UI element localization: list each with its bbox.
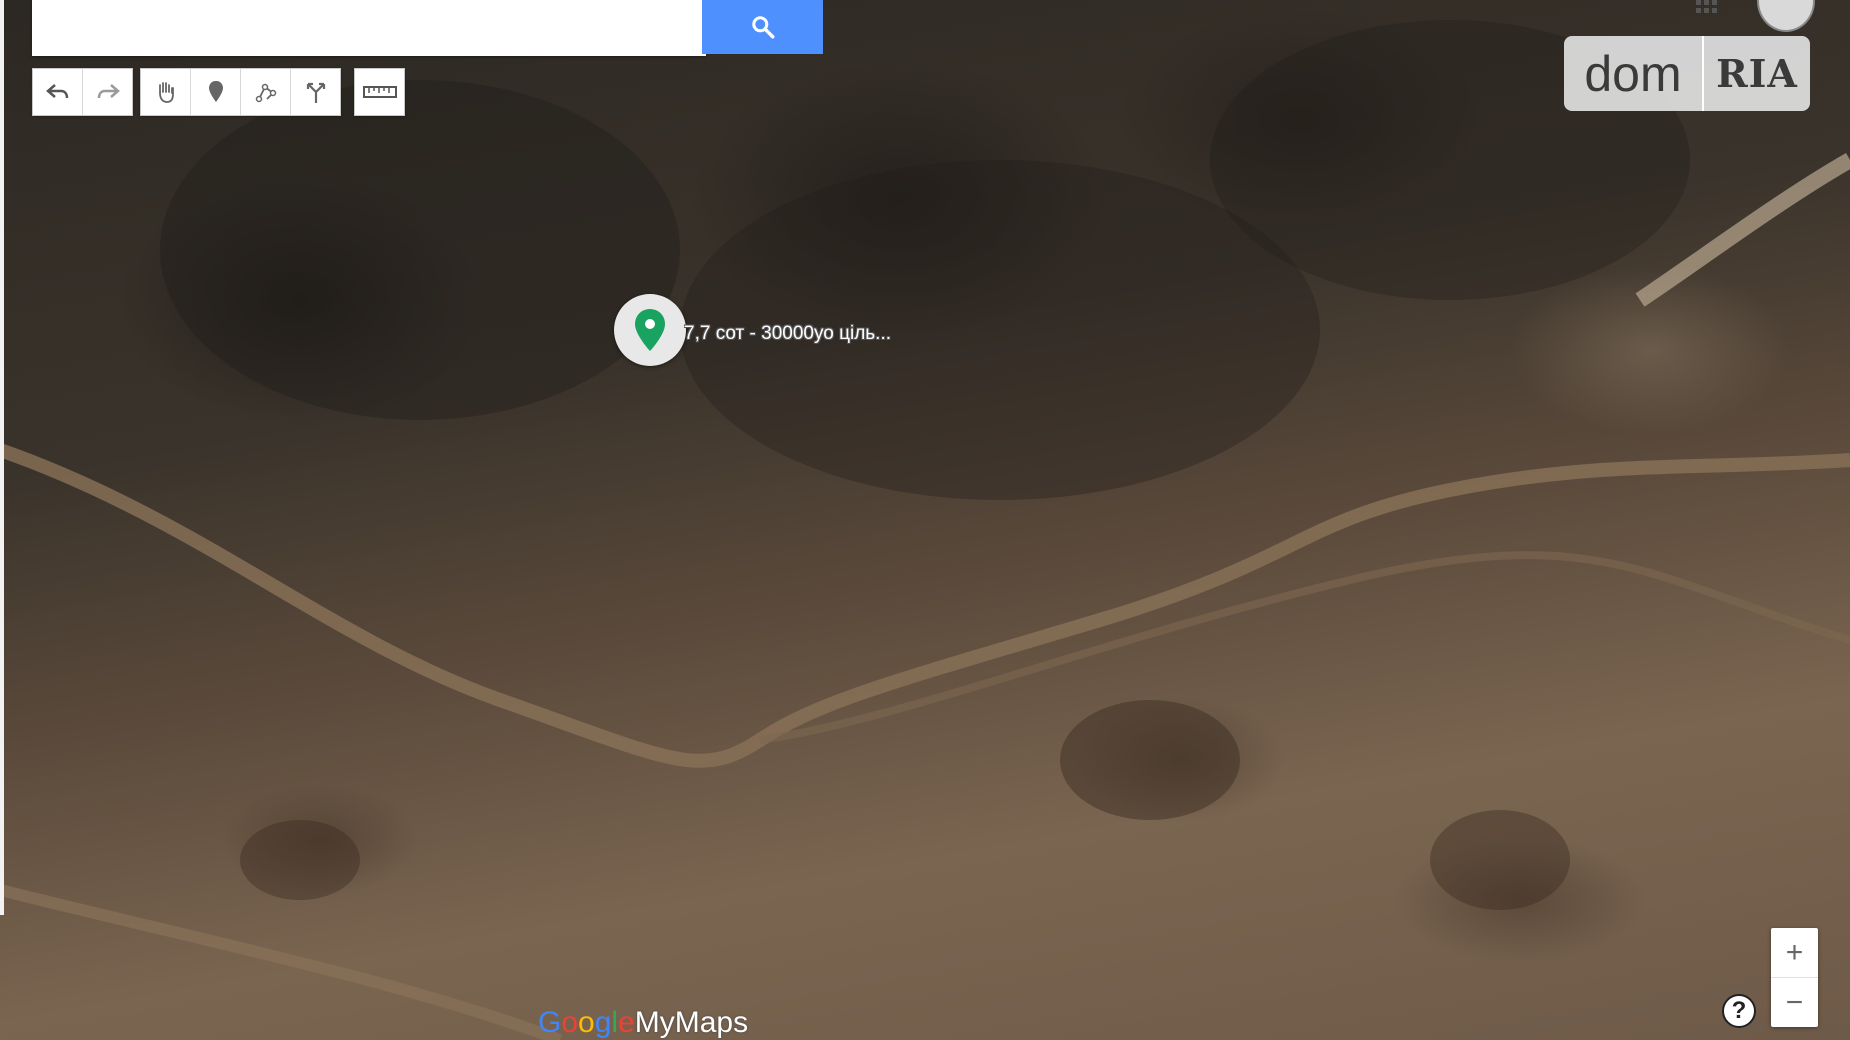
map-marker[interactable] <box>614 294 686 366</box>
map-left-edge <box>0 0 4 915</box>
tools-toolbar <box>140 68 341 116</box>
zoom-out-button[interactable]: − <box>1771 978 1818 1027</box>
logo-ria-text: RIA <box>1716 51 1798 96</box>
marker-label: 7,7 сот - 30000уо ціль... <box>684 323 892 344</box>
brand-letter: o <box>561 1006 579 1039</box>
measure-button[interactable] <box>355 69 404 115</box>
undo-icon <box>45 84 68 99</box>
search-input[interactable] <box>32 0 706 56</box>
pan-tool-button[interactable] <box>141 69 191 115</box>
history-toolbar <box>32 68 133 116</box>
zoom-in-button[interactable]: + <box>1771 928 1818 978</box>
add-marker-icon <box>208 81 223 102</box>
search-icon <box>751 16 774 39</box>
redo-icon <box>97 84 120 99</box>
brand-letter: o <box>578 1006 595 1039</box>
directions-icon <box>306 82 325 103</box>
help-button[interactable]: ? <box>1722 994 1756 1028</box>
google-mymaps-brand: GoogleMyMaps <box>538 1006 748 1040</box>
brand-letter: e <box>618 1006 635 1039</box>
brand-letter: g <box>594 1006 612 1039</box>
measure-toolbar <box>354 68 405 116</box>
terrain-overlay <box>0 20 1850 1040</box>
brand-mymaps: MyMaps <box>634 1006 749 1039</box>
map-pin-icon <box>635 309 665 351</box>
draw-line-button[interactable] <box>241 69 291 115</box>
satellite-map[interactable] <box>0 0 1850 1040</box>
redo-button[interactable] <box>83 69 132 115</box>
ruler-icon <box>362 86 397 98</box>
brand-letter: G <box>538 1006 562 1039</box>
zoom-control: + − <box>1771 928 1818 1027</box>
directions-button[interactable] <box>291 69 340 115</box>
logo-dom-text: dom <box>1564 36 1704 111</box>
apps-grid-icon[interactable] <box>1696 0 1718 14</box>
draw-line-icon <box>255 83 276 103</box>
search-button[interactable] <box>702 0 823 54</box>
dom-ria-logo[interactable]: dom RIA <box>1564 36 1810 111</box>
hand-icon <box>158 82 174 103</box>
undo-button[interactable] <box>33 69 83 115</box>
add-marker-button[interactable] <box>191 69 241 115</box>
